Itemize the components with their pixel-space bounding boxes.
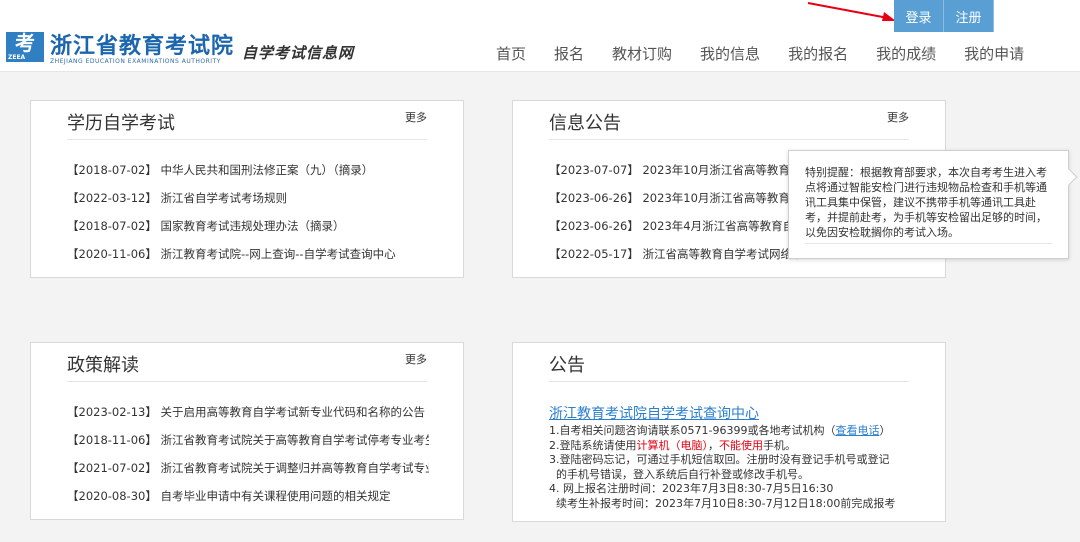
panel-policy: 政策解读 更多 【2023-02-13】 关于启用高等教育自学考试新专业代码和名… [30,342,464,520]
notice-line-1: 1.自考相关问题咨询请联系0571-96399或各地考试机构（查看电话） [549,424,891,437]
more-link[interactable]: 更多 [405,109,427,125]
org-name: 浙江省教育考试院 [50,33,235,59]
divider [805,243,1052,244]
reminder-text: 特别提醒：根据教育部要求，本次自考考生进入考点将通过智能安检门进行违规物品检查和… [805,166,1047,239]
list-item[interactable]: 【2022-03-12】 浙江省自学考试考场规则 [67,191,429,219]
panel-announcement: 公告 浙江教育考试院自学考试查询中心 1.自考相关问题咨询请联系0571-963… [512,342,946,522]
divider [67,381,427,382]
announcement-text: 1.自考相关问题咨询请联系0571-96399或各地考试机构（查看电话） 2.登… [549,424,909,511]
panel-title: 公告 [549,355,585,376]
register-button[interactable]: 注册 [944,0,994,32]
nav-register-exam[interactable]: 报名 [554,43,584,64]
divider [549,139,909,140]
list-item[interactable]: 【2018-11-06】 浙江省教育考试院关于高等教育自学考试停考专业考生转考的… [67,433,429,461]
news-list: 【2023-02-13】 关于启用高等教育自学考试新专业代码和名称的公告 【20… [67,405,429,517]
panel-education-exams: 学历自学考试 更多 【2018-07-02】 中华人民共和国刑法修正案（九）（摘… [30,100,464,278]
nav-textbook-order[interactable]: 教材订购 [612,43,672,64]
popup-caret [1060,168,1078,186]
notice-line-6: 续考生补报考时间：2023年7月10日8:30-7月12日18:00前完成报考 [549,496,896,510]
notice-line-4: 的手机号错误，登入系统后自行补登或修改手机号。 [549,467,809,481]
red-arrow-annotation [807,2,896,21]
nav-my-applications[interactable]: 我的申请 [964,43,1024,64]
login-button[interactable]: 登录 [894,0,944,32]
news-list: 【2023-07-07】 2023年10月浙江省高等教育自学考试报名公告 【20… [549,163,799,275]
list-item[interactable]: 【2020-11-06】 浙江教育考试院--网上查询--自学考试查询中心 [67,247,429,275]
org-english-name: ZHEJIANG EDUCATION EXAMINATIONS AUTHORIT… [50,58,221,65]
panel-title: 学历自学考试 [67,113,175,134]
list-item[interactable]: 【2023-07-07】 2023年10月浙江省高等教育自学考试报名公告 [549,163,799,191]
list-item[interactable]: 【2022-05-17】 浙江省高等教育自学考试网络助学平台 [549,247,799,275]
site-name: 自学考试信息网 [242,44,355,62]
main-nav: 首页 报名 教材订购 我的信息 我的报名 我的成绩 我的申请 [496,43,1052,64]
more-link[interactable]: 更多 [405,351,427,367]
list-item[interactable]: 【2018-07-02】 中华人民共和国刑法修正案（九）（摘录） [67,163,429,191]
list-item[interactable]: 【2020-08-30】 自考毕业申请中有关课程使用问题的相关规定 [67,489,429,517]
auth-buttons: 登录 注册 [894,0,994,32]
list-item[interactable]: 【2021-07-02】 浙江省教育考试院关于调整归并高等教育自学考试专业的通知 [67,461,429,489]
panel-title: 信息公告 [549,113,621,134]
view-phone-link[interactable]: 查看电话 [835,424,879,437]
list-item[interactable]: 【2023-06-26】 2023年4月浙江省高等教育自学考试 [549,219,799,247]
notice-line-3: 3.登陆密码忘记，可通过手机短信取回。注册时没有登记手机号或登记 [549,453,890,466]
news-list: 【2018-07-02】 中华人民共和国刑法修正案（九）（摘录） 【2022-0… [67,163,429,275]
more-link[interactable]: 更多 [887,109,909,125]
notice-line-5: 4. 网上报名注册时间：2023年7月3日8:30-7月5日16:30 [549,482,834,495]
notice-line-2: 2.登陆系统请使用计算机（电脑），不能使用手机。 [549,438,796,452]
special-reminder-popup: 特别提醒：根据教育部要求，本次自考考生进入考点将通过智能安检门进行违规物品检查和… [788,150,1078,259]
nav-home[interactable]: 首页 [496,43,526,64]
panel-title: 政策解读 [67,355,139,376]
nav-my-registration[interactable]: 我的报名 [788,43,848,64]
nav-my-scores[interactable]: 我的成绩 [876,43,936,64]
list-item[interactable]: 【2023-06-26】 2023年10月浙江省高等教育自学考试 [549,191,799,219]
nav-my-info[interactable]: 我的信息 [700,43,760,64]
query-center-link[interactable]: 浙江教育考试院自学考试查询中心 [549,403,759,423]
list-item[interactable]: 【2023-02-13】 关于启用高等教育自学考试新专业代码和名称的公告 [67,405,429,433]
list-item[interactable]: 【2018-07-02】 国家教育考试违规处理办法（摘录） [67,219,429,247]
divider [67,139,427,140]
zeea-logo[interactable]: 考 ZEEA [6,31,44,62]
divider [549,381,909,382]
